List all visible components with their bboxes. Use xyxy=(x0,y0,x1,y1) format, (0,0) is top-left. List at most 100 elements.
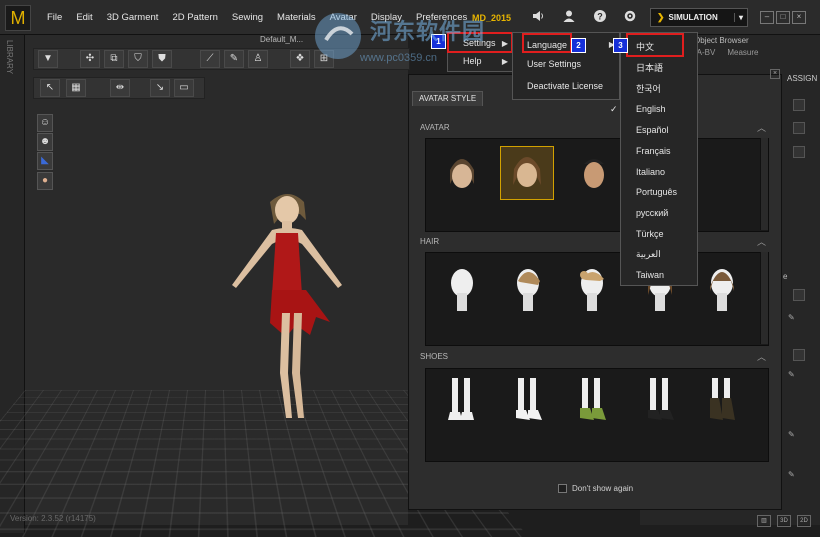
split-view-icon[interactable]: ▥ xyxy=(757,515,771,527)
shoes-thumb-barefoot[interactable] xyxy=(436,374,488,426)
step-badge-3: 3 xyxy=(613,38,628,53)
shirt-icon[interactable]: ⛊ xyxy=(152,50,172,68)
tab-a-bv[interactable]: A-BV xyxy=(697,48,716,57)
speaker-icon[interactable] xyxy=(530,9,546,25)
avatar-skin-icon[interactable]: ● xyxy=(37,172,53,190)
menu-3d-garment[interactable]: 3D Garment xyxy=(100,0,166,34)
dont-show-again-label: Don't show again xyxy=(572,484,634,493)
pin-icon[interactable]: ⟋ xyxy=(200,50,220,68)
chevron-down-icon[interactable]: ▾ xyxy=(734,13,747,22)
svg-text:?: ? xyxy=(597,12,603,22)
hair-thumb-1[interactable] xyxy=(502,262,554,314)
checkbox-box[interactable] xyxy=(558,484,567,493)
select-move-icon[interactable]: ✣ xyxy=(80,50,100,68)
menu-sewing[interactable]: Sewing xyxy=(225,0,270,34)
edit-icon[interactable]: ✎ xyxy=(788,470,795,479)
hair-thumb-4[interactable] xyxy=(696,262,748,314)
menu-item-help[interactable]: Help ▶ xyxy=(448,54,512,69)
shoes-thumb-strappy[interactable] xyxy=(634,374,686,426)
avatar-thumb-male-1[interactable] xyxy=(568,148,620,200)
arrangement-icon[interactable]: ❖ xyxy=(290,50,310,68)
edit-icon[interactable]: ✎ xyxy=(788,430,795,439)
3d-view-icon[interactable]: 3D xyxy=(777,515,791,527)
section-hair-title: HAIR xyxy=(420,237,440,246)
edit-icon[interactable]: ✎ xyxy=(788,370,795,379)
lang-portuguese[interactable]: Português xyxy=(621,184,697,200)
edit-curve-icon[interactable]: ↘ xyxy=(150,79,170,97)
ruler-icon[interactable]: ▭ xyxy=(174,79,194,97)
version-label: Version: 2.3.52 (r14175) xyxy=(10,514,96,523)
lang-english-label: English xyxy=(636,104,666,114)
collapse-icon[interactable]: ︿ xyxy=(757,121,766,134)
lang-japanese[interactable]: 日本語 xyxy=(621,60,697,76)
menu-edit[interactable]: Edit xyxy=(69,0,99,34)
submenu-arrow-icon: ▶ xyxy=(501,57,508,66)
dont-show-again-checkbox[interactable]: Don't show again xyxy=(558,484,633,493)
hair-thumb-2[interactable] xyxy=(566,262,618,314)
garment-icon[interactable]: ⛉ xyxy=(128,50,148,68)
property-toggle[interactable] xyxy=(793,146,805,158)
2d-view-icon[interactable]: 2D xyxy=(797,515,811,527)
transform-icon[interactable]: ⇹ xyxy=(110,79,130,97)
app-logo: M xyxy=(5,5,31,31)
shoes-thumb-heels[interactable] xyxy=(502,374,554,426)
avatar-scrollbar[interactable] xyxy=(760,138,768,230)
shoes-thumb-boots[interactable] xyxy=(696,374,748,426)
library-tab[interactable]: LIBRARY xyxy=(5,40,14,74)
menu-item-deactivate-license[interactable]: Deactivate License xyxy=(513,78,619,94)
select-mesh-icon[interactable]: ↖ xyxy=(40,79,60,97)
menu-2d-pattern[interactable]: 2D Pattern xyxy=(165,0,224,34)
lang-korean[interactable]: 한국어 xyxy=(621,81,697,97)
menu-item-user-settings[interactable]: User Settings xyxy=(513,56,619,72)
move-down-icon[interactable]: ▼ xyxy=(38,50,58,68)
property-dropdown[interactable] xyxy=(793,289,805,301)
lang-spanish[interactable]: Español xyxy=(621,122,697,138)
section-avatar-title: AVATAR xyxy=(420,123,450,132)
collapse-icon[interactable]: ︿ xyxy=(757,350,766,363)
close-icon[interactable]: × xyxy=(770,69,780,79)
shoes-thumb-green[interactable] xyxy=(566,374,618,426)
user-icon[interactable] xyxy=(561,9,577,25)
hair-scrollbar[interactable] xyxy=(760,252,768,344)
checkmark-icon: ✓ xyxy=(610,104,618,114)
avatar-pose-icon[interactable]: ◣ xyxy=(37,152,53,170)
property-toggle[interactable] xyxy=(793,99,805,111)
edit-icon[interactable]: ✎ xyxy=(788,313,795,322)
lang-arabic[interactable]: العربية xyxy=(621,246,697,262)
texture-icon[interactable]: ▦ xyxy=(66,79,86,97)
avatar-thumb-female-1[interactable] xyxy=(436,148,488,200)
lang-italian[interactable]: Italiano xyxy=(621,164,697,180)
lang-taiwan[interactable]: Taiwan xyxy=(621,267,697,283)
minimize-button[interactable]: – xyxy=(760,11,774,24)
step-badge-2: 2 xyxy=(571,38,586,53)
property-toggle[interactable] xyxy=(793,122,805,134)
lang-english[interactable]: ✓ English xyxy=(610,101,697,117)
avatar-tool-icon[interactable]: ♙ xyxy=(248,50,268,68)
panel-partial-label: e xyxy=(783,272,788,281)
hair-thumb-none[interactable] xyxy=(436,262,488,314)
watermark-logo-icon xyxy=(315,13,361,59)
close-button[interactable]: × xyxy=(792,11,806,24)
lang-french[interactable]: Français xyxy=(621,143,697,159)
lang-turkish[interactable]: Türkçe xyxy=(621,226,697,242)
avatar-thumb-female-2[interactable] xyxy=(500,146,554,200)
fold-icon[interactable]: ⧉ xyxy=(104,50,124,68)
gear-icon[interactable] xyxy=(622,9,638,25)
viewport-title: Default_M... xyxy=(260,35,304,44)
tab-measure[interactable]: Measure xyxy=(727,48,758,57)
tab-avatar-style[interactable]: AVATAR STYLE xyxy=(412,91,484,106)
maximize-button[interactable]: □ xyxy=(776,11,790,24)
menu-file[interactable]: File xyxy=(40,0,69,34)
assign-button[interactable]: ASSIGN xyxy=(787,74,817,83)
property-dropdown[interactable] xyxy=(793,349,805,361)
lang-russian[interactable]: русский xyxy=(621,205,697,221)
brush-icon[interactable]: ✎ xyxy=(224,50,244,68)
submenu-arrow-icon: ▶ xyxy=(608,40,615,49)
avatar-back-icon[interactable]: ☻ xyxy=(37,133,53,151)
collapse-icon[interactable]: ︿ xyxy=(757,235,766,248)
simulation-button[interactable]: ❯ SIMULATION ▾ xyxy=(650,8,748,27)
avatar-front-icon[interactable]: ☺ xyxy=(37,114,53,132)
chevron-icon: ❯ xyxy=(657,12,665,22)
help-icon[interactable]: ? xyxy=(592,9,608,25)
object-browser-title: Object Browser xyxy=(694,36,749,45)
